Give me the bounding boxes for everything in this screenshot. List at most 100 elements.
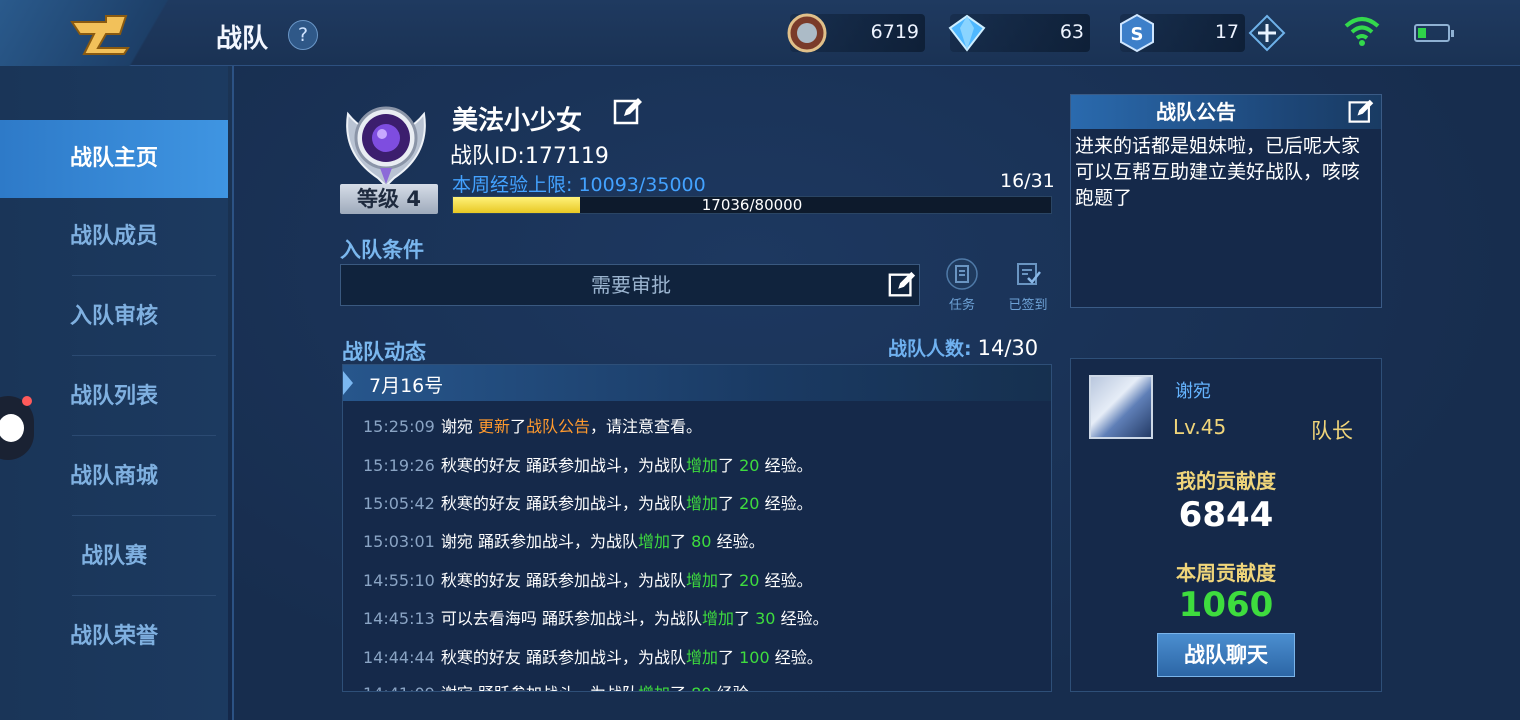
- feed-amount: 20: [739, 456, 760, 475]
- feed-time: 14:44:44: [363, 648, 435, 667]
- task-button[interactable]: 任务: [940, 258, 984, 313]
- feed-amount: 80: [691, 532, 712, 551]
- feed-amount: 30: [755, 609, 776, 628]
- team-chat-button[interactable]: 战队聊天: [1157, 633, 1295, 677]
- join-conditions-title: 入队条件: [340, 238, 424, 262]
- feed-action: 增加: [638, 684, 670, 691]
- feed-text: 经验。: [764, 456, 813, 475]
- feed-text: 经验。: [780, 609, 829, 628]
- weekly-contribution-label: 本周贡献度: [1176, 561, 1276, 585]
- feed-time: 14:45:13: [363, 609, 435, 628]
- feed-text: 经验。: [774, 648, 823, 667]
- my-name: 谢宛: [1175, 381, 1211, 402]
- sidebar-item-label: 战队主页: [69, 146, 158, 171]
- feed-date-header: 7月16号: [343, 365, 1051, 401]
- back-button[interactable]: [0, 0, 200, 66]
- edit-name-icon[interactable]: [612, 96, 644, 128]
- feed-text: 踊跃参加战斗，为战队: [525, 456, 686, 475]
- feed-text: 了: [670, 532, 687, 551]
- feed-text: 经验。: [764, 494, 813, 513]
- feed-amount: 20: [739, 571, 760, 590]
- sidebar-item-team-list[interactable]: 战队列表: [0, 358, 228, 436]
- feed-user: 可以去看海吗: [440, 609, 537, 628]
- weekly-exp-label: 本周经验上限:: [452, 174, 573, 196]
- feed-text: 了: [670, 684, 686, 691]
- feed-text: 踊跃参加战斗，为战队: [525, 648, 686, 667]
- notice-title: 战队公告: [1156, 100, 1236, 124]
- signed-in-icon: [1017, 263, 1041, 285]
- feed-time: 15:25:09: [363, 417, 435, 436]
- member-count-label: 战队人数:: [888, 338, 972, 360]
- member-count: 战队人数: 14/30: [888, 334, 1038, 361]
- sidebar-item-label: 战队商城: [69, 464, 158, 489]
- activity-feed[interactable]: 7月16号 15:25:09 谢宛 更新了战队公告，请注意查看。 15:19:26…: [342, 364, 1052, 692]
- sidebar-item-label: 战队成员: [69, 224, 158, 249]
- team-notice-panel: 战队公告 进来的话都是姐妹啦，已后呢大家可以互帮互助建立美好战队，咳咳跑题了: [1070, 94, 1382, 308]
- sidebar-item-team-home[interactable]: 战队主页: [0, 120, 228, 198]
- feed-time: 15:03:01: [363, 532, 435, 551]
- feed-action: 增加: [685, 648, 718, 667]
- exp-progress-text: 17036/80000: [701, 196, 803, 214]
- wifi-icon: [1344, 17, 1380, 46]
- diamond-icon: [948, 14, 986, 52]
- feed-text: 经验。: [716, 532, 765, 551]
- sidebar-item-honors[interactable]: 战队荣誉: [0, 598, 228, 676]
- feed-text: 踊跃参加战斗，为战队: [541, 609, 702, 628]
- s-coupon-icon: S: [1120, 13, 1154, 53]
- feed-date: 7月16号: [369, 375, 444, 397]
- feed-time: 15:19:26: [363, 456, 435, 475]
- sidebar-item-team-match[interactable]: 战队赛: [0, 518, 228, 596]
- join-condition-value: 需要审批: [591, 273, 671, 297]
- gold-coin-counter: 6719: [787, 13, 925, 53]
- join-condition-field[interactable]: 需要审批: [340, 264, 920, 306]
- team-name: 美法小少女: [452, 106, 583, 136]
- feed-text: 了: [718, 494, 735, 513]
- feed-row: 14:44:44 秋寒的好友 踊跃参加战斗，为战队增加了 100 经验。: [363, 644, 823, 670]
- signin-button[interactable]: 已签到: [998, 258, 1058, 313]
- feed-user: 谢宛: [441, 684, 473, 691]
- sidebar-item-label: 战队赛: [80, 544, 147, 569]
- edit-condition-icon[interactable]: [887, 270, 917, 300]
- team-activity-title: 战队动态: [342, 340, 426, 364]
- feed-text: 了: [734, 609, 751, 628]
- feed-amount: 100: [739, 648, 770, 667]
- diamond-counter: 63: [948, 14, 1090, 52]
- notice-header: 战队公告: [1071, 95, 1381, 129]
- team-level: 等级 4: [340, 184, 438, 214]
- feed-user: 秋寒的好友: [440, 494, 521, 513]
- my-info-panel: 谢宛 Lv.45 队长 我的贡献度 6844 本周贡献度 1060 战队聊天: [1070, 358, 1382, 692]
- exp-progress-bar: 17036/80000: [452, 196, 1052, 214]
- notification-dot: [22, 396, 32, 406]
- notice-body: 进来的话都是姐妹啦，已后呢大家可以互帮互助建立美好战队，咳咳跑题了: [1075, 135, 1361, 209]
- feed-row: 15:19:26 秋寒的好友 踊跃参加战斗，为战队增加了 20 经验。: [363, 452, 813, 478]
- feed-amount: 20: [739, 494, 760, 513]
- help-button[interactable]: ?: [288, 20, 318, 50]
- weekly-contribution-value: 1060: [1178, 585, 1274, 625]
- feed-text: 了: [718, 456, 735, 475]
- top-bar: 战队 ? 6719 63 S 17: [0, 0, 1520, 66]
- sidebar-item-members[interactable]: 战队成员: [0, 198, 228, 276]
- feed-text: 了: [718, 648, 735, 667]
- feed-text: 经验。: [717, 684, 765, 691]
- feed-text: 踊跃参加战斗，为战队: [478, 684, 638, 691]
- coupon-counter: S 17: [1120, 13, 1245, 53]
- feed-text: ，请注意查看。: [590, 417, 703, 436]
- feed-action: 增加: [685, 494, 718, 513]
- signin-label: 已签到: [1008, 298, 1048, 313]
- sidebar-item-shop[interactable]: 战队商城: [0, 438, 228, 516]
- feed-time: 14:55:10: [363, 571, 435, 590]
- sidebar-item-join-review[interactable]: 入队审核: [0, 278, 228, 356]
- page-title: 战队: [216, 24, 269, 54]
- feed-text: 经验。: [764, 571, 813, 590]
- feed-amount: 80: [691, 684, 711, 691]
- member-count-value: 14/30: [977, 336, 1039, 360]
- feed-user: 谢宛: [440, 532, 473, 551]
- sidebar: 战队主页 战队成员 入队审核 战队列表 战队商城 战队赛 战队荣誉: [0, 66, 228, 720]
- feed-text: 踊跃参加战斗，为战队: [477, 532, 638, 551]
- feed-row: 14:55:10 秋寒的好友 踊跃参加战斗，为战队增加了 20 经验。: [363, 567, 813, 593]
- feed-action: 增加: [685, 456, 718, 475]
- add-currency-button[interactable]: [1248, 14, 1286, 52]
- avatar[interactable]: [1089, 375, 1153, 439]
- feed-target: 战队公告: [526, 417, 591, 436]
- edit-notice-icon[interactable]: [1347, 98, 1375, 126]
